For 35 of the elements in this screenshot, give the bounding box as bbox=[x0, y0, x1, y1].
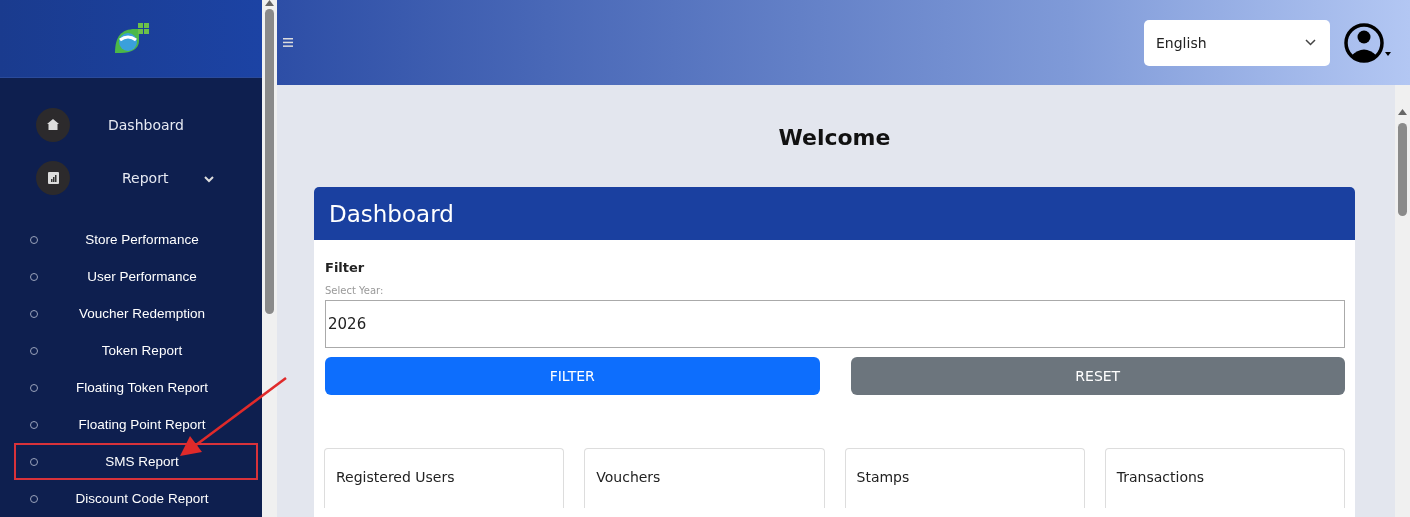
nav-item[interactable]: Store Performance bbox=[14, 221, 258, 258]
menu-icon[interactable] bbox=[283, 38, 293, 47]
scrollbar-thumb[interactable] bbox=[1398, 123, 1407, 216]
nav-item[interactable]: Token Report bbox=[14, 332, 258, 369]
nav-item[interactable]: Voucher Redemption bbox=[14, 295, 258, 332]
welcome-heading: Welcome bbox=[777, 125, 892, 150]
nav-item[interactable]: Floating Token Report bbox=[14, 369, 258, 406]
nav-item[interactable]: SMS Report bbox=[14, 443, 258, 480]
card-title: Dashboard bbox=[314, 187, 1355, 240]
nav-item[interactable]: User Performance bbox=[14, 258, 258, 295]
scrollbar[interactable] bbox=[1395, 85, 1410, 517]
stat-title: Stamps bbox=[856, 469, 910, 485]
home-icon bbox=[47, 119, 59, 130]
chevron-down-icon bbox=[1305, 39, 1316, 46]
language-select[interactable]: English bbox=[1144, 19, 1330, 66]
scroll-up-icon[interactable] bbox=[1398, 109, 1407, 115]
scroll-up-icon[interactable] bbox=[265, 0, 274, 6]
year-label: Select Year: bbox=[325, 285, 385, 296]
filter-button[interactable]: FILTER bbox=[325, 357, 820, 395]
nav-item[interactable]: Discount Code Report bbox=[14, 480, 258, 517]
chart-icon bbox=[47, 171, 59, 184]
scrollbar-thumb[interactable] bbox=[265, 9, 274, 314]
reset-button[interactable]: RESET bbox=[850, 357, 1345, 395]
nav-link[interactable]: Report bbox=[122, 169, 169, 186]
year-input-field[interactable]: 2026 bbox=[325, 300, 1345, 348]
nav-link[interactable]: Dashboard bbox=[108, 116, 184, 133]
nav-item[interactable]: Floating Point Report bbox=[14, 406, 258, 443]
stat-title: Vouchers bbox=[596, 469, 661, 485]
stat-title: Transactions bbox=[1116, 469, 1205, 485]
user-avatar-icon[interactable] bbox=[1344, 20, 1392, 65]
scrollbar[interactable] bbox=[262, 0, 277, 517]
leaf-logo-icon bbox=[113, 22, 149, 55]
chevron-icon[interactable] bbox=[204, 175, 215, 183]
stat-title: Registered Users bbox=[336, 469, 455, 485]
filter-label: Filter bbox=[325, 260, 366, 275]
